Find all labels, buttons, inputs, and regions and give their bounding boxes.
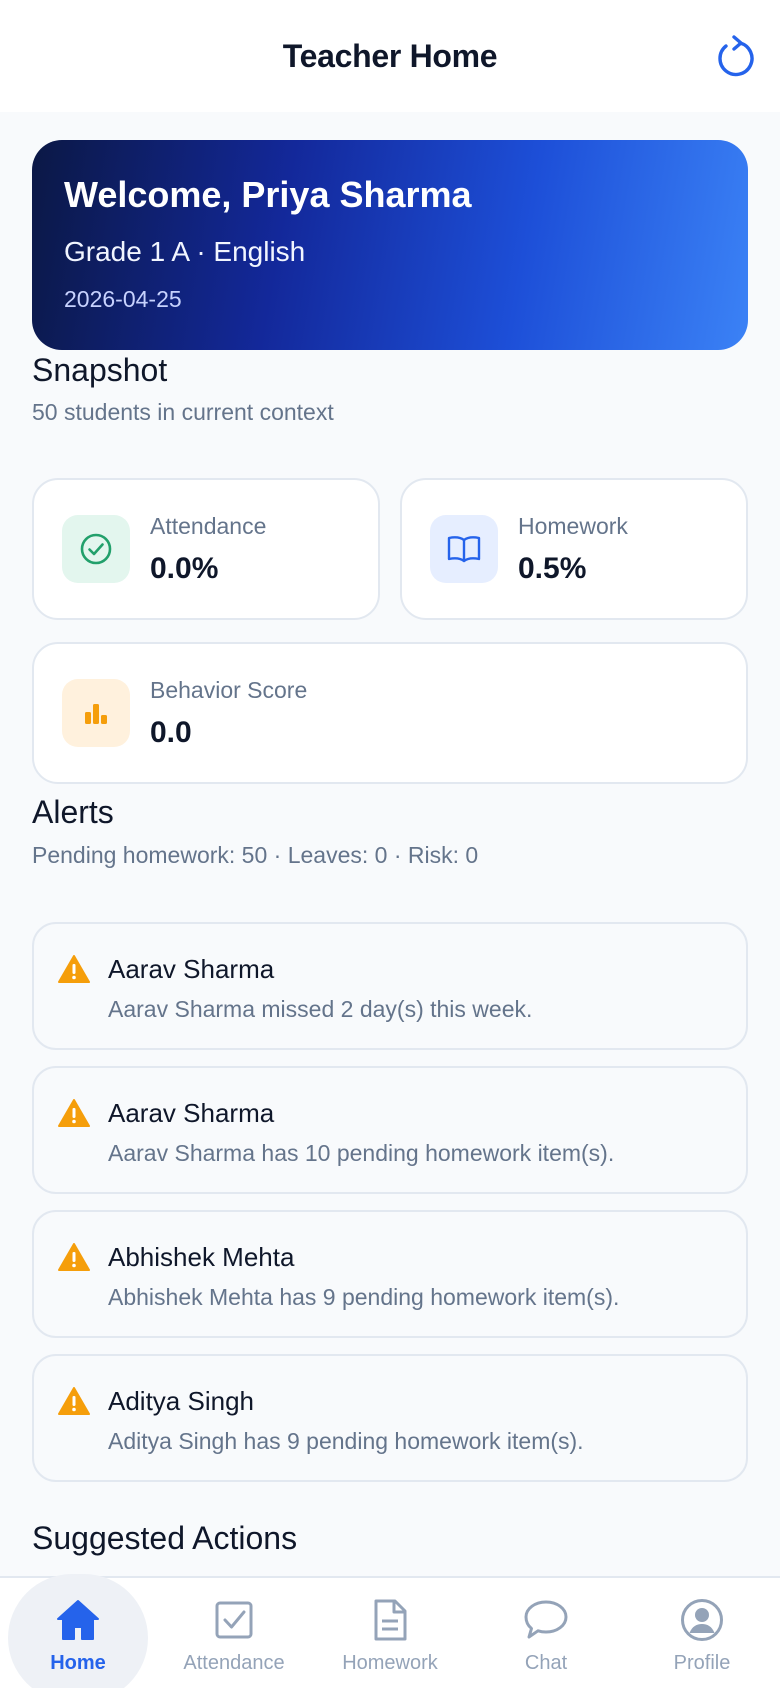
- stat-value: 0.0%: [150, 551, 219, 585]
- stat-card-homework[interactable]: Homework 0.5%: [400, 478, 748, 620]
- alert-item[interactable]: Aarav Sharma Aarav Sharma has 10 pending…: [32, 1066, 748, 1194]
- alert-item[interactable]: Aarav Sharma Aarav Sharma missed 2 day(s…: [32, 922, 748, 1050]
- nav-label: Homework: [342, 1652, 438, 1674]
- class-subject: Grade 1 A · English: [64, 236, 306, 267]
- alerts-summary: Pending homework: 50 · Leaves: 0 · Risk:…: [32, 842, 479, 868]
- welcome-title: Welcome, Priya Sharma: [64, 174, 472, 215]
- chat-bubble-icon: [523, 1596, 569, 1644]
- main-scroll-content[interactable]: Welcome, Priya Sharma Grade 1 A · Englis…: [0, 112, 780, 1576]
- refresh-icon: [718, 35, 754, 77]
- stat-value: 0.5%: [518, 551, 587, 585]
- current-date: 2026-04-25: [64, 286, 182, 312]
- top-app-bar: Teacher Home: [0, 0, 780, 112]
- alert-message: Aarav Sharma has 10 pending homework ite…: [108, 1140, 615, 1166]
- stat-card-attendance[interactable]: Attendance 0.0%: [32, 478, 380, 620]
- refresh-button[interactable]: [710, 32, 758, 80]
- suggested-actions-title: Suggested Actions: [32, 1520, 298, 1556]
- nav-profile[interactable]: Profile: [624, 1578, 780, 1688]
- snapshot-subtitle: 50 students in current context: [32, 399, 334, 425]
- nav-label: Home: [50, 1652, 106, 1674]
- nav-label: Attendance: [183, 1652, 285, 1674]
- warning-icon: [58, 1387, 90, 1415]
- stat-value: 0.0: [150, 715, 192, 749]
- nav-label: Chat: [524, 1652, 568, 1674]
- snapshot-title: Snapshot: [32, 352, 168, 388]
- nav-chat[interactable]: Chat: [468, 1578, 624, 1688]
- alert-item[interactable]: Abhishek Mehta Abhishek Mehta has 9 pend…: [32, 1210, 748, 1338]
- home-icon: [55, 1596, 101, 1644]
- bottom-navigation: Home Attendance Homework Chat Profile: [0, 1574, 780, 1688]
- page-title: Teacher Home: [282, 37, 498, 74]
- bar-chart-icon: [62, 679, 130, 747]
- alert-student-name: Aarav Sharma: [108, 954, 275, 984]
- user-circle-icon: [680, 1596, 724, 1644]
- warning-icon: [58, 1099, 90, 1127]
- alert-item[interactable]: Aditya Singh Aditya Singh has 9 pending …: [32, 1354, 748, 1482]
- nav-homework[interactable]: Homework: [312, 1578, 468, 1688]
- nav-attendance[interactable]: Attendance: [156, 1578, 312, 1688]
- alert-message: Aarav Sharma missed 2 day(s) this week.: [108, 996, 533, 1022]
- warning-icon: [58, 1243, 90, 1271]
- stat-card-behavior[interactable]: Behavior Score 0.0: [32, 642, 748, 784]
- welcome-banner: Welcome, Priya Sharma Grade 1 A · Englis…: [32, 140, 748, 350]
- alert-message: Abhishek Mehta has 9 pending homework it…: [108, 1284, 620, 1310]
- stat-label: Behavior Score: [150, 676, 308, 703]
- checkbox-icon: [214, 1596, 254, 1644]
- book-icon: [430, 515, 498, 583]
- alerts-title: Alerts: [32, 794, 114, 830]
- stat-label: Homework: [518, 512, 628, 539]
- alert-student-name: Aarav Sharma: [108, 1098, 275, 1128]
- check-circle-icon: [62, 515, 130, 583]
- stat-label: Attendance: [150, 512, 267, 539]
- alert-student-name: Aditya Singh: [108, 1386, 254, 1416]
- warning-icon: [58, 955, 90, 983]
- alert-message: Aditya Singh has 9 pending homework item…: [108, 1428, 584, 1454]
- nav-label: Profile: [673, 1652, 731, 1674]
- alert-student-name: Abhishek Mehta: [108, 1242, 295, 1272]
- nav-home[interactable]: Home: [0, 1574, 156, 1688]
- document-icon: [372, 1596, 408, 1644]
